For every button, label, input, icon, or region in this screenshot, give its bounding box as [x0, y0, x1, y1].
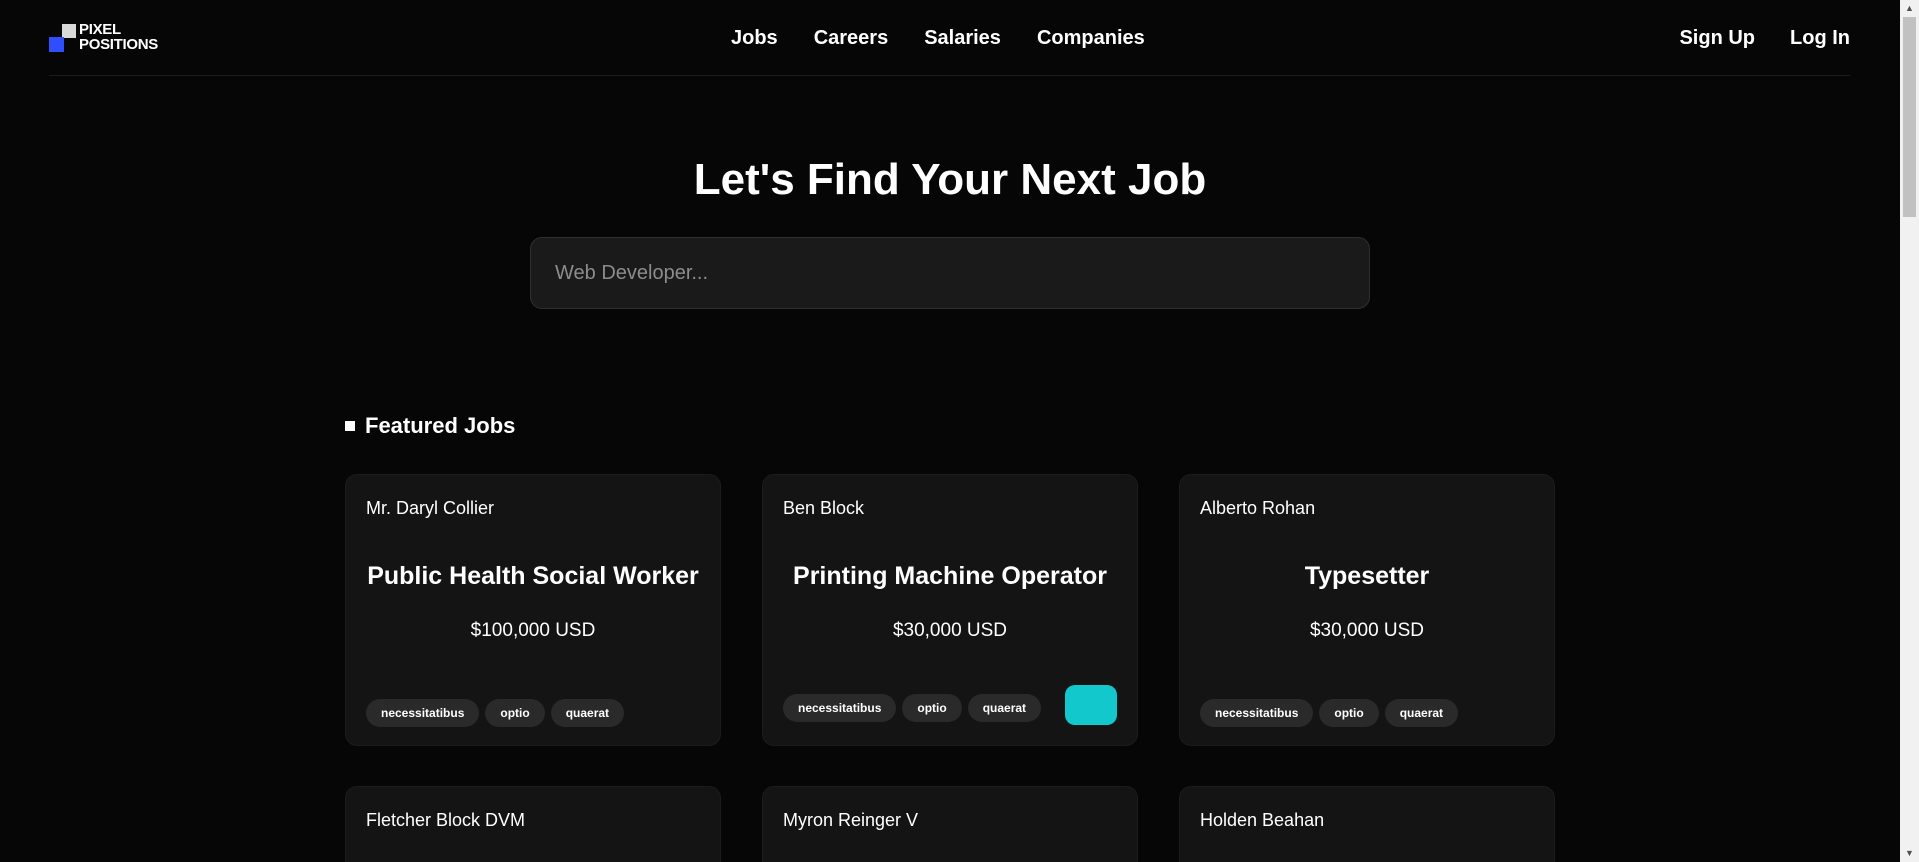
page-scrollbar[interactable]: ▲ ▼ [1900, 0, 1919, 862]
job-title[interactable]: Public Health Social Worker [346, 561, 720, 591]
job-employer: Myron Reinger V [783, 810, 919, 830]
job-card[interactable]: Mr. Daryl Collier Public Health Social W… [345, 474, 721, 746]
job-salary: $30,000 USD [892, 620, 1008, 641]
job-tags: necessitatibus optio quaerat [366, 699, 625, 727]
main-nav: Jobs Careers Salaries Companies [731, 26, 1145, 50]
logo-blue-square [49, 37, 64, 52]
job-tag[interactable]: optio [485, 699, 545, 727]
job-tag[interactable]: quaerat [967, 694, 1042, 722]
logo-mark-icon [49, 24, 77, 52]
job-salary: $30,000 USD [1309, 620, 1425, 641]
job-search-input[interactable] [530, 237, 1370, 309]
logo-text-line1: PIXEL [79, 21, 121, 38]
job-tag[interactable]: quaerat [1384, 699, 1459, 727]
job-card[interactable]: Holden Beahan [1179, 786, 1555, 862]
hero-title: Let's Find Your Next Job [693, 155, 1207, 204]
job-employer: Mr. Daryl Collier [366, 498, 495, 518]
sign-up-link[interactable]: Sign Up [1679, 26, 1755, 50]
auth-links: Sign Up Log In [1679, 26, 1850, 50]
nav-item-salaries[interactable]: Salaries [924, 26, 1001, 50]
job-tag[interactable]: necessitatibus [1200, 699, 1314, 727]
nav-item-careers[interactable]: Careers [814, 26, 889, 50]
job-salary: $100,000 USD [470, 620, 596, 641]
job-title[interactable]: Typesetter [1180, 561, 1554, 591]
job-tags: necessitatibus optio quaerat [1200, 699, 1459, 727]
scroll-down-arrow-icon[interactable]: ▼ [1900, 845, 1919, 862]
page: PIXEL POSITIONS Jobs Careers Salaries Co… [0, 0, 1900, 862]
nav-item-jobs[interactable]: Jobs [731, 26, 778, 50]
job-tag[interactable]: optio [902, 694, 962, 722]
job-employer: Alberto Rohan [1200, 498, 1316, 518]
log-in-link[interactable]: Log In [1790, 26, 1850, 50]
job-title[interactable]: Printing Machine Operator [763, 561, 1137, 591]
site-logo[interactable]: PIXEL POSITIONS [49, 22, 169, 54]
employer-logo[interactable] [1065, 685, 1117, 725]
job-card[interactable]: Alberto Rohan Typesetter $30,000 USD nec… [1179, 474, 1555, 746]
job-employer: Ben Block [783, 498, 865, 518]
job-tag[interactable]: optio [1319, 699, 1379, 727]
logo-gray-square [62, 24, 76, 38]
scrollbar-thumb[interactable] [1903, 17, 1916, 217]
featured-jobs-heading: Featured Jobs [345, 412, 515, 440]
scroll-up-arrow-icon[interactable]: ▲ [1900, 0, 1919, 17]
job-card[interactable]: Myron Reinger V [762, 786, 1138, 862]
job-employer: Fletcher Block DVM [366, 810, 526, 830]
site-header: PIXEL POSITIONS Jobs Careers Salaries Co… [49, 0, 1850, 76]
square-bullet-icon [345, 421, 355, 431]
featured-jobs-grid: Mr. Daryl Collier Public Health Social W… [345, 474, 1555, 862]
job-card[interactable]: Fletcher Block DVM [345, 786, 721, 862]
job-employer: Holden Beahan [1200, 810, 1325, 830]
job-tags: necessitatibus optio quaerat [783, 694, 1042, 722]
logo-text-line2: POSITIONS [79, 36, 158, 53]
job-tag[interactable]: quaerat [550, 699, 625, 727]
job-tag[interactable]: necessitatibus [366, 699, 480, 727]
featured-jobs-title: Featured Jobs [365, 413, 516, 438]
job-tag[interactable]: necessitatibus [783, 694, 897, 722]
logo-text: PIXEL POSITIONS [79, 22, 158, 52]
nav-item-companies[interactable]: Companies [1037, 26, 1145, 50]
job-card[interactable]: Ben Block Printing Machine Operator $30,… [762, 474, 1138, 746]
